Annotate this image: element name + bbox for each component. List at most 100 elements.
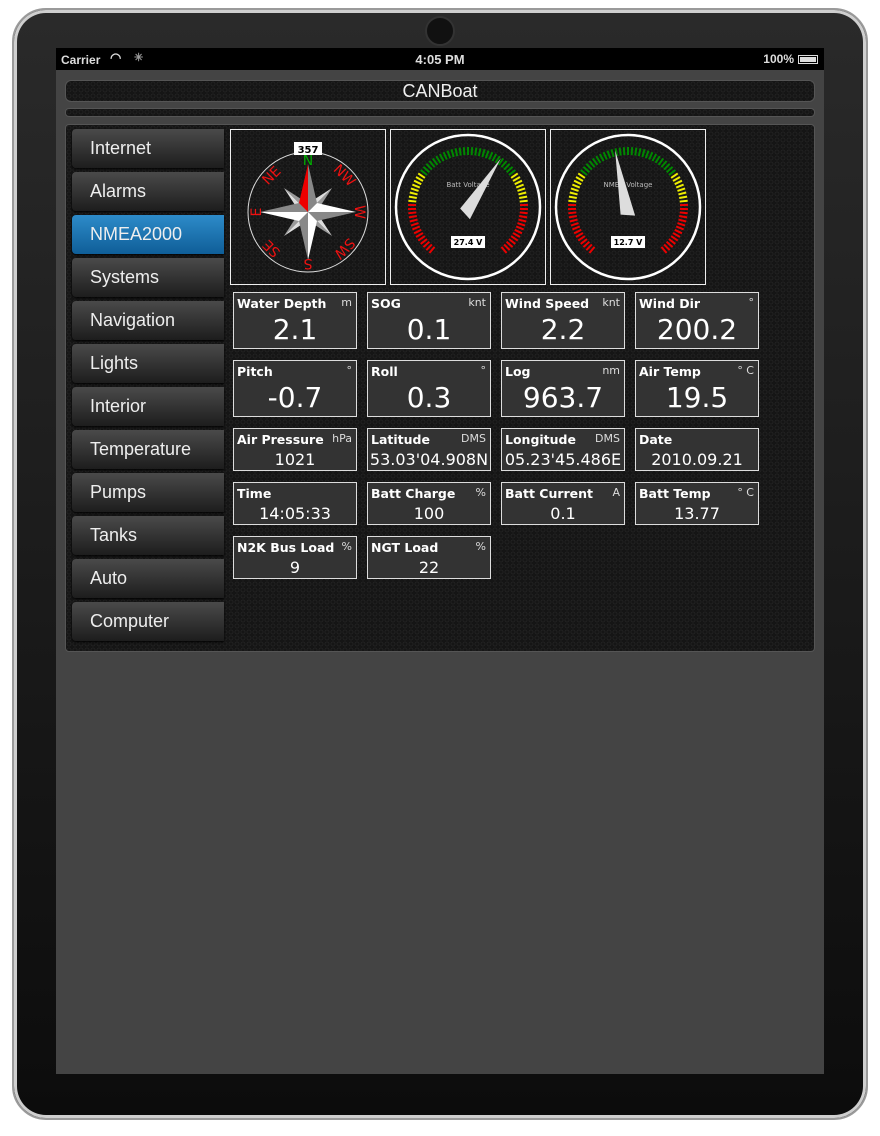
gauge-tick (410, 187, 419, 192)
gauge-tick (674, 179, 683, 186)
gauge-tick (665, 241, 674, 248)
gauge-tick (585, 243, 593, 251)
sidebar-item-auto[interactable]: Auto (72, 559, 224, 598)
tile-unit: ° C (737, 364, 754, 377)
clock: 4:05 PM (415, 52, 465, 67)
gauge-tick (420, 238, 428, 245)
tile-value: 19.5 (665, 381, 729, 414)
tile-label: Longitude (505, 432, 576, 447)
gauge-tick (622, 147, 626, 156)
tile-value: 05.23'45.486E (504, 450, 622, 469)
gauge-tick (588, 160, 596, 168)
gauge-tick (570, 222, 579, 227)
gauge-tick (408, 199, 417, 203)
compass-label-nw: NW (330, 162, 359, 191)
gauge-tick (518, 218, 527, 223)
tile-n2k-bus-load: N2K Bus Load% 9 (233, 536, 357, 579)
sidebar-item-navigation[interactable]: Navigation (72, 301, 224, 340)
gauge-tick (454, 148, 459, 157)
camera (425, 16, 455, 46)
gauge-tick (503, 243, 511, 251)
gauge-tick (517, 187, 526, 192)
gauge-tick (413, 228, 422, 235)
gauge-tick (518, 191, 527, 196)
gauge-tick (588, 246, 596, 254)
tile-label: SOG (371, 296, 401, 311)
gauge-tick (641, 149, 646, 158)
gauge-tick (428, 160, 436, 168)
gauge-tick (422, 241, 431, 248)
gauge-tick (428, 246, 436, 254)
gauge-tick (678, 191, 687, 196)
sidebar-item-lights[interactable]: Lights (72, 344, 224, 383)
gauge-tick (582, 166, 591, 173)
compass-heading: 357 (298, 145, 319, 156)
gauge-tick (568, 211, 577, 215)
compass-label-sw: SW (330, 234, 357, 261)
tile-value: 200.2 (656, 313, 738, 346)
tile-water-depth: Water Depth m 2.1 (233, 292, 357, 349)
gauge-tick (484, 150, 490, 159)
tile-batt-current: Batt Current A 0.1 (501, 482, 625, 525)
sidebar-item-internet[interactable]: Internet (72, 129, 224, 168)
sidebar-item-temperature[interactable]: Temperature (72, 430, 224, 469)
gauge-tick (408, 211, 417, 215)
tile-value: 53.03'04.908N (369, 450, 489, 469)
gauge-tick (568, 199, 577, 203)
gauge-tick (675, 225, 685, 231)
tile-date: Date 2010.09.21 (635, 428, 759, 471)
gauge-tick (505, 241, 514, 248)
sidebar-item-nmea2000[interactable]: NMEA2000 (72, 215, 224, 254)
gauge-tick (411, 183, 421, 189)
gauge-tick (644, 150, 650, 159)
tile-unit: ° (346, 364, 353, 377)
compass-label-s: S (303, 255, 312, 271)
gauge-tick (651, 153, 658, 162)
tile-label: Log (505, 364, 531, 379)
gauge-tick (571, 225, 581, 231)
gauge-tick (679, 195, 688, 199)
gauge-tick (438, 153, 445, 162)
tile-unit: ° (480, 364, 487, 377)
tile-unit: knt (602, 296, 620, 309)
gauge-label: NMEA Voltage (604, 181, 653, 189)
gauge-tick (519, 199, 528, 203)
sub-bar (65, 108, 815, 117)
gauge-tick (500, 246, 508, 254)
sidebar-item-computer[interactable]: Computer (72, 602, 224, 641)
gauge-tick (413, 179, 422, 186)
tile-log: Log nm 963.7 (501, 360, 625, 417)
tile-unit: DMS (595, 432, 620, 445)
gauge-tick (657, 157, 665, 166)
tile-label: NGT Load (371, 540, 439, 555)
tile-value: 2.2 (540, 313, 586, 346)
tile-ngt-load: NGT Load% 22 (367, 536, 491, 579)
tile-unit: nm (602, 364, 620, 377)
tile-unit: knt (468, 296, 486, 309)
tile-pitch: Pitch ° -0.7 (233, 360, 357, 417)
sidebar-item-tanks[interactable]: Tanks (72, 516, 224, 555)
gauge-tick (512, 232, 521, 238)
gauge-tick (488, 151, 494, 160)
sidebar-item-systems[interactable]: Systems (72, 258, 224, 297)
gauge-tick (569, 218, 578, 223)
gauge-tick (580, 238, 588, 245)
tile-unit: m (341, 296, 352, 309)
gauge-tick (679, 199, 688, 203)
sidebar-item-alarms[interactable]: Alarms (72, 172, 224, 211)
gauge-tick (408, 195, 417, 199)
sidebar-item-interior[interactable]: Interior (72, 387, 224, 426)
gauge-tick (637, 148, 642, 157)
compass-label-w: W (351, 205, 367, 219)
gauge-tick (462, 147, 466, 156)
screen: Carrier ◠ ✳ 4:05 PM 100% CANBoat Interne… (56, 48, 824, 1074)
sidebar-item-pumps[interactable]: Pumps (72, 473, 224, 512)
gauge-value: 12.7 V (614, 238, 644, 247)
gauge-tick (654, 155, 661, 164)
tile-unit: % (475, 540, 486, 553)
tile-time: Time 14:05:33 (233, 482, 357, 525)
tile-unit: ° C (737, 486, 754, 499)
tile-label: Batt Current (505, 486, 594, 501)
gauge-tick (663, 163, 671, 171)
tile-value: 0.3 (406, 381, 452, 414)
